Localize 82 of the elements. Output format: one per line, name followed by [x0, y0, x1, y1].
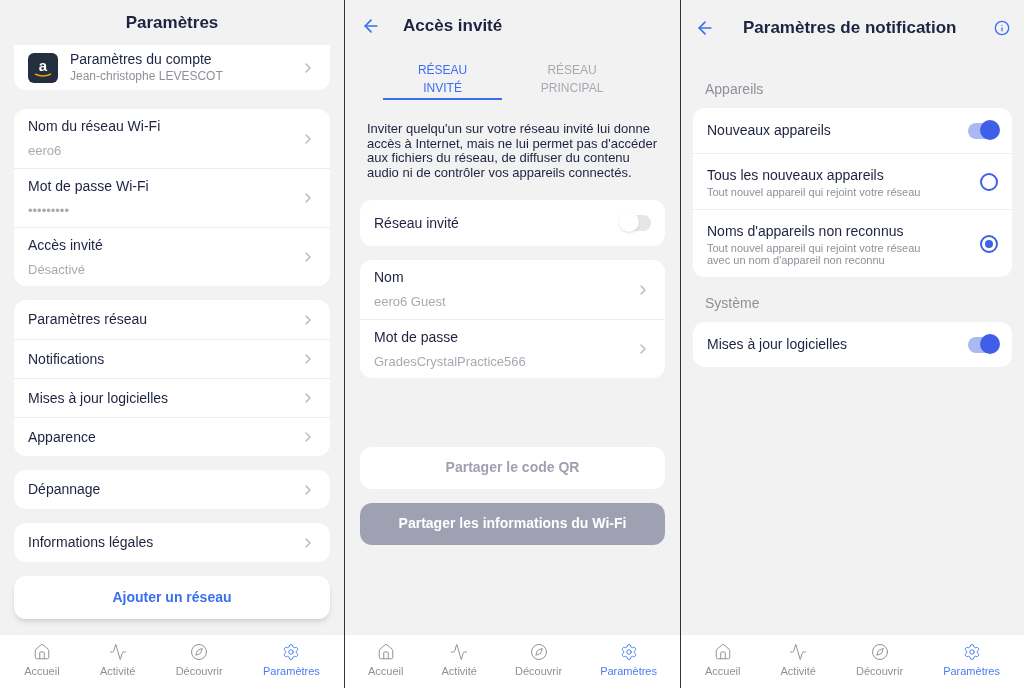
row-label: Mot de passe: [374, 327, 460, 347]
toggle-switch[interactable]: [968, 336, 998, 353]
settings-row[interactable]: Apparence: [14, 417, 330, 456]
settings-row[interactable]: Mot de passe Wi-Fi •••••••••: [14, 168, 330, 227]
radio-button[interactable]: [980, 234, 998, 253]
settings-icon: [619, 643, 638, 662]
tab-bar-item[interactable]: Découvrir: [175, 643, 223, 680]
settings-row[interactable]: Paramètres réseau: [14, 300, 330, 339]
info-icon[interactable]: [994, 19, 1010, 36]
settings-row[interactable]: Notifications: [14, 339, 330, 378]
settings-row[interactable]: Accès invité Désactivé: [14, 227, 330, 286]
house-icon: [376, 643, 395, 662]
share-button[interactable]: Partager les informations du Wi-Fi: [360, 502, 665, 545]
house-icon: [713, 643, 732, 662]
notification-row[interactable]: Tous les nouveaux appareils Tout nouvel appareil qui rejoint votre réseau: [693, 153, 1012, 209]
row-value: •••••••••: [28, 201, 70, 220]
notification-row[interactable]: Noms d'appareils non reconnus Tout nouvel appareil qui rejoint votre réseau avec un nom d'appareil non reconnu: [693, 209, 1012, 277]
tab-bar-item[interactable]: Découvrir: [515, 643, 563, 680]
row-label: Paramètres du compte: [70, 51, 213, 69]
compass-icon: [190, 643, 209, 662]
pulse-icon: [789, 643, 808, 662]
settings-row[interactable]: Informations légales: [14, 523, 330, 562]
toggle-switch[interactable]: [968, 122, 998, 139]
settings-row[interactable]: Dépannage: [14, 470, 330, 509]
tab-bar-item[interactable]: Découvrir: [856, 643, 904, 680]
row-label: Nom: [374, 268, 405, 288]
share-button[interactable]: Partager le code QR: [360, 446, 665, 489]
row-label: Mises à jour logicielles: [707, 335, 849, 354]
tab-bar-item[interactable]: Paramètres: [263, 643, 320, 680]
guest-description: Inviter quelqu'un sur votre réseau invité lui donne accès à Internet, mais ne lui permet pas d'accéder aux fichiers du réseau, de diffuser du contenu audio ni de contrôler vos appareils connectés.: [366, 122, 659, 180]
account-name: Jean-christophe LEVESCOT: [70, 68, 224, 84]
row-label: Mises à jour logicielles: [28, 388, 170, 408]
row-value: eero6 Guest: [374, 293, 447, 312]
settings-row[interactable]: Mot de passe GradesCrystalPractice566: [360, 319, 665, 378]
account-card[interactable]: a Paramètres du compte Jean-christophe LEVESCOT: [14, 45, 330, 90]
settings-icon: [962, 643, 981, 662]
row-description: Tout nouvel appareil qui rejoint votre réseau: [707, 186, 922, 198]
row-label: Informations légales: [28, 533, 155, 552]
pulse-icon: [108, 643, 127, 662]
tab-bar-item[interactable]: Activité: [780, 643, 816, 680]
toggle-switch[interactable]: [621, 215, 651, 231]
section-heading: Appareils: [704, 80, 765, 99]
row-value: GradesCrystalPractice566: [374, 352, 527, 371]
row-label: Notifications: [28, 349, 106, 369]
row-description: Tout nouvel appareil qui rejoint votre réseau avec un nom d'appareil non reconnu: [707, 242, 922, 266]
screen-title: Paramètres: [125, 11, 219, 34]
settings-row[interactable]: Nom eero6 Guest: [360, 260, 665, 319]
account-logo: a: [28, 52, 58, 83]
tab-bar-item[interactable]: Paramètres: [600, 643, 657, 680]
settings-row[interactable]: Nom du réseau Wi-Fi eero6: [14, 109, 330, 168]
tab-bar-item[interactable]: Accueil: [24, 643, 60, 680]
row-label: Accès invité: [28, 235, 104, 255]
radio-button[interactable]: [980, 172, 998, 191]
tab-bar-item[interactable]: Activité: [441, 643, 477, 680]
house-icon: [32, 643, 51, 662]
row-value: Désactivé: [28, 260, 87, 279]
notification-row[interactable]: Nouveaux appareils: [693, 108, 1012, 153]
row-value: eero6: [28, 142, 63, 161]
section-heading: Système: [704, 294, 761, 313]
tab-bar-item[interactable]: Accueil: [368, 643, 404, 680]
screen-title: Accès invité: [403, 15, 503, 38]
network-tab[interactable]: RÉSEAU INVITÉ: [383, 60, 503, 100]
row-label: Noms d'appareils non reconnus: [707, 222, 905, 241]
notification-row[interactable]: Mises à jour logicielles: [693, 322, 1012, 367]
screen-title: Paramètres de notification: [743, 16, 957, 39]
tab-bar-item[interactable]: Activité: [99, 643, 136, 680]
settings-icon: [282, 643, 301, 662]
row-label: Réseau invité: [374, 213, 459, 233]
add-network-button[interactable]: Ajouter un réseau: [14, 576, 330, 619]
compass-icon: [870, 643, 889, 662]
row-label: Apparence: [28, 427, 97, 447]
row-label: Tous les nouveaux appareils: [707, 166, 885, 185]
pulse-icon: [450, 643, 469, 662]
row-label: Nom du réseau Wi-Fi: [28, 117, 162, 137]
row-label: Paramètres réseau: [28, 310, 149, 329]
row-label: Mot de passe Wi-Fi: [28, 176, 150, 196]
row-label: Dépannage: [28, 480, 102, 499]
tab-bar-item[interactable]: Paramètres: [943, 643, 1000, 680]
tab-bar-item[interactable]: Accueil: [705, 643, 741, 680]
settings-row[interactable]: Mises à jour logicielles: [14, 378, 330, 417]
compass-icon: [529, 643, 548, 662]
row-label: Nouveaux appareils: [707, 121, 832, 140]
